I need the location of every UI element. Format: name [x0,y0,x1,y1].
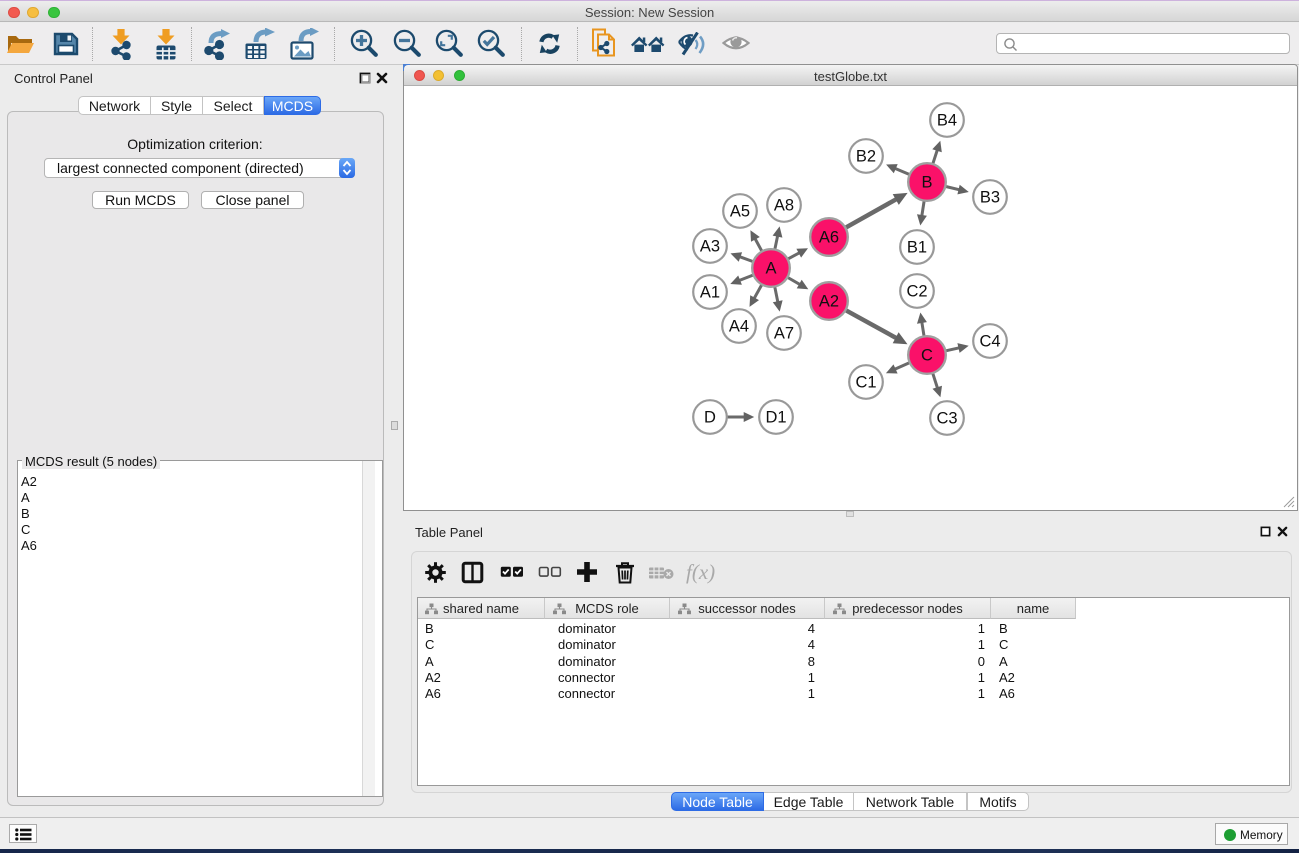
svg-text:C: C [921,347,933,365]
svg-text:A3: A3 [700,238,720,256]
svg-text:B: B [921,174,932,192]
svg-text:B2: B2 [856,148,876,166]
svg-text:B3: B3 [980,189,1000,207]
svg-text:A6: A6 [819,229,839,247]
svg-text:A: A [765,260,776,278]
svg-text:A5: A5 [730,203,750,221]
svg-text:A7: A7 [774,325,794,343]
svg-text:C4: C4 [979,333,1000,351]
svg-text:C1: C1 [855,374,876,392]
svg-text:B1: B1 [907,239,927,257]
svg-text:A1: A1 [700,284,720,302]
svg-text:D1: D1 [765,409,786,427]
svg-text:C2: C2 [906,283,927,301]
svg-text:A8: A8 [774,197,794,215]
svg-text:C3: C3 [936,410,957,428]
svg-text:A2: A2 [819,293,839,311]
svg-text:B4: B4 [937,112,957,130]
svg-text:D: D [704,409,716,427]
svg-text:A4: A4 [729,318,749,336]
